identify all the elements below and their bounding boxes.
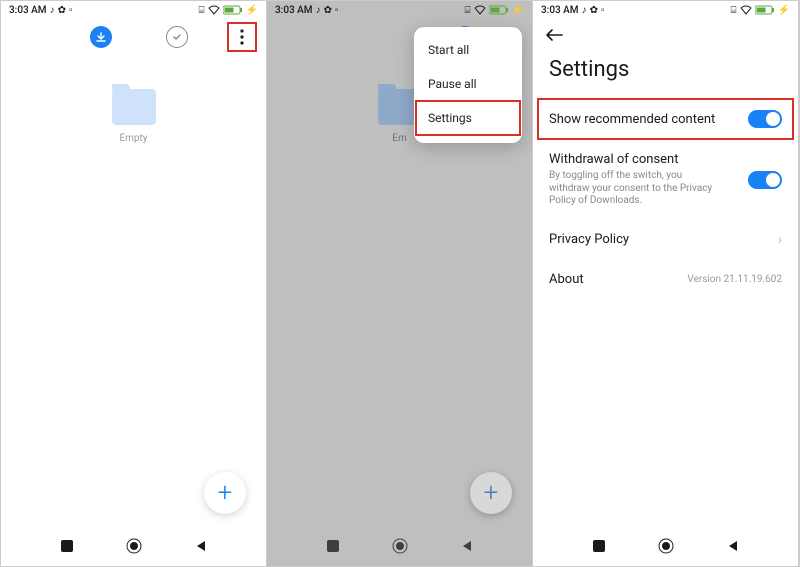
gear-icon: ✿ [590, 5, 598, 16]
home-button[interactable] [658, 538, 674, 554]
wifi-icon [474, 5, 486, 15]
downloading-button[interactable] [90, 26, 112, 48]
setting-show-recommended[interactable]: Show recommended content [537, 98, 794, 140]
screen-downloads-home: 3:03 AM ♪ ✿ ▫ ⌸ ⚡ Empty + [1, 1, 267, 566]
overflow-menu-button[interactable] [228, 23, 256, 51]
cast-icon: ⌸ [465, 5, 471, 16]
status-time: 3:03 AM [9, 5, 47, 16]
recents-button[interactable] [592, 539, 606, 553]
placeholder-icon: ▫ [601, 5, 605, 16]
battery-icon [489, 5, 509, 15]
battery-icon [223, 5, 243, 15]
bolt-icon: ⚡ [246, 5, 258, 16]
empty-label: Empty [119, 133, 147, 144]
toggle-withdrawal-consent[interactable] [748, 171, 782, 189]
tiktok-icon: ♪ [50, 5, 55, 16]
setting-withdrawal-consent[interactable]: Withdrawal of consent By toggling off th… [533, 140, 798, 220]
plus-icon: + [484, 478, 499, 508]
menu-item-settings[interactable]: Settings [416, 101, 520, 135]
more-vertical-icon [240, 29, 244, 45]
select-button[interactable] [166, 26, 188, 48]
setting-label: Withdrawal of consent [549, 152, 719, 167]
cast-icon: ⌸ [199, 5, 205, 16]
status-bar: 3:03 AM ♪ ✿ ▫ ⌸ ⚡ [267, 1, 532, 19]
overflow-popup: Start all Pause all Settings [414, 27, 522, 143]
nav-bar [533, 532, 798, 560]
tiktok-icon: ♪ [582, 5, 587, 16]
status-time: 3:03 AM [541, 5, 579, 16]
nav-bar [1, 532, 266, 560]
version-text: Version 21.11.19.602 [687, 274, 782, 285]
wifi-icon [208, 5, 220, 15]
add-fab[interactable]: + [204, 472, 246, 514]
status-time: 3:03 AM [275, 5, 313, 16]
recents-button[interactable] [60, 539, 74, 553]
status-bar: 3:03 AM ♪ ✿ ▫ ⌸ ⚡ [1, 1, 266, 19]
back-button[interactable] [460, 539, 474, 553]
toolbar [1, 19, 266, 55]
recents-button[interactable] [326, 539, 340, 553]
wifi-icon [740, 5, 752, 15]
page-title: Settings [533, 51, 798, 98]
placeholder-icon: ▫ [335, 5, 339, 16]
gear-icon: ✿ [58, 5, 66, 16]
back-button[interactable] [726, 539, 740, 553]
chevron-right-icon: › [778, 232, 782, 248]
home-button[interactable] [392, 538, 408, 554]
menu-item-start-all[interactable]: Start all [414, 33, 522, 67]
home-button[interactable] [126, 538, 142, 554]
tiktok-icon: ♪ [316, 5, 321, 16]
setting-privacy-policy[interactable]: Privacy Policy › [533, 220, 798, 260]
download-icon [96, 32, 106, 42]
screen-overflow-menu-open: 3:03 AM ♪ ✿ ▫ ⌸ ⚡ Em Start all Pause all… [267, 1, 533, 566]
battery-icon [755, 5, 775, 15]
setting-label: Privacy Policy [549, 232, 629, 247]
status-bar: 3:03 AM ♪ ✿ ▫ ⌸ ⚡ [533, 1, 798, 19]
plus-icon: + [218, 478, 233, 508]
bolt-icon: ⚡ [778, 5, 790, 16]
setting-about[interactable]: About Version 21.11.19.602 [533, 260, 798, 299]
empty-state: Empty [1, 89, 266, 144]
cast-icon: ⌸ [731, 5, 737, 16]
screen-settings: 3:03 AM ♪ ✿ ▫ ⌸ ⚡ Settings Show recommen… [533, 1, 799, 566]
setting-label: Show recommended content [549, 112, 715, 127]
bolt-icon: ⚡ [512, 5, 524, 16]
folder-icon [112, 89, 156, 125]
setting-sublabel: By toggling off the switch, you withdraw… [549, 170, 719, 208]
menu-item-pause-all[interactable]: Pause all [414, 67, 522, 101]
gear-icon: ✿ [324, 5, 332, 16]
add-fab[interactable]: + [470, 472, 512, 514]
empty-label: Em [392, 133, 406, 144]
back-button[interactable] [194, 539, 208, 553]
setting-label: About [549, 272, 584, 287]
back-arrow-button[interactable] [545, 28, 563, 42]
toggle-show-recommended[interactable] [748, 110, 782, 128]
placeholder-icon: ▫ [69, 5, 73, 16]
check-icon [172, 32, 182, 42]
nav-bar [267, 532, 532, 560]
